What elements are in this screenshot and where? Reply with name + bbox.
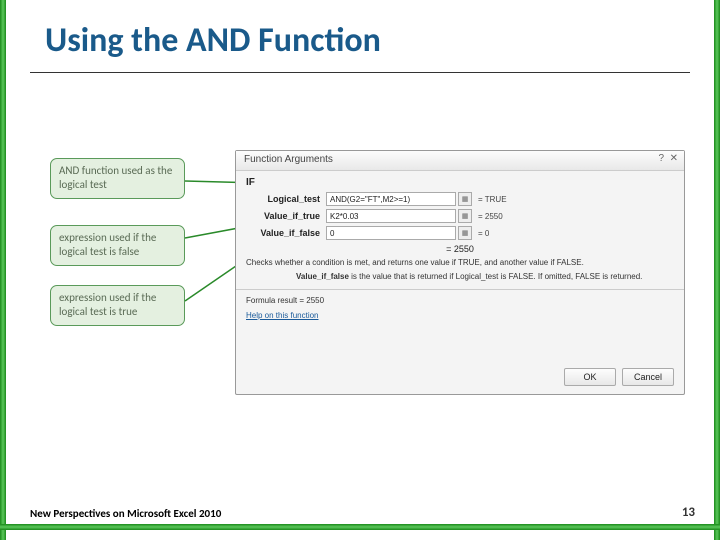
- formula-result-value: 2550: [306, 296, 324, 305]
- callout-expression-true: expression used if the logical test is t…: [50, 285, 185, 326]
- arg-input-value-if-true[interactable]: K2*0.03: [326, 209, 456, 223]
- dialog-titlebar: Function Arguments ? ✕: [236, 151, 684, 171]
- help-link[interactable]: Help on this function: [246, 311, 674, 320]
- dialog-computed-result: = 2550: [246, 244, 674, 254]
- cancel-button[interactable]: Cancel: [622, 368, 674, 386]
- arg-label-logical-test: Logical_test: [246, 194, 326, 204]
- arg-input-value-if-false[interactable]: 0: [326, 226, 456, 240]
- dialog-description: Checks whether a condition is met, and r…: [246, 258, 674, 268]
- callout-and-function: AND function used as the logical test: [50, 158, 185, 199]
- arg-result-logical-test: = TRUE: [478, 195, 507, 204]
- arg-label-value-if-true: Value_if_true: [246, 211, 326, 221]
- arg-label-value-if-false: Value_if_false: [246, 228, 326, 238]
- footer-source: New Perspectives on Microsoft Excel 2010: [30, 507, 221, 520]
- slide-frame-right: [714, 0, 720, 540]
- dialog-arg-desc-label: Value_if_false: [296, 272, 349, 281]
- collapse-button-2[interactable]: ▦: [458, 209, 472, 223]
- page-title: Using the AND Function: [45, 20, 381, 61]
- page-number: 13: [682, 505, 695, 520]
- dialog-separator: [236, 289, 684, 290]
- slide-frame-bottom: [0, 524, 720, 530]
- title-rule: [30, 72, 690, 73]
- diagram-area: AND function used as the logical test ex…: [30, 130, 690, 430]
- arg-row-value-if-true: Value_if_true K2*0.03 ▦ = 2550: [246, 209, 674, 223]
- ok-button[interactable]: OK: [564, 368, 616, 386]
- arg-result-value-if-false: = 0: [478, 229, 489, 238]
- callout-expression-false: expression used if the logical test is f…: [50, 225, 185, 266]
- formula-result-label: Formula result =: [246, 296, 306, 305]
- slide-frame-left: [0, 0, 6, 540]
- dialog-window-icons: ? ✕: [659, 153, 679, 164]
- formula-result: Formula result = 2550: [246, 296, 674, 305]
- collapse-button-3[interactable]: ▦: [458, 226, 472, 240]
- function-name: IF: [246, 177, 674, 188]
- arg-row-logical-test: Logical_test AND(G2="FT",M2>=1) ▦ = TRUE: [246, 192, 674, 206]
- dialog-button-row: OK Cancel: [564, 368, 674, 386]
- dialog-arg-desc-text: is the value that is returned if Logical…: [349, 272, 642, 281]
- dialog-title-text: Function Arguments: [244, 154, 333, 165]
- arg-row-value-if-false: Value_if_false 0 ▦ = 0: [246, 226, 674, 240]
- dialog-arg-description: Value_if_false is the value that is retu…: [296, 272, 674, 282]
- arg-result-value-if-true: = 2550: [478, 212, 503, 221]
- dialog-body: IF Logical_test AND(G2="FT",M2>=1) ▦ = T…: [236, 171, 684, 326]
- arg-input-logical-test[interactable]: AND(G2="FT",M2>=1): [326, 192, 456, 206]
- collapse-button-1[interactable]: ▦: [458, 192, 472, 206]
- function-arguments-dialog: Function Arguments ? ✕ IF Logical_test A…: [235, 150, 685, 395]
